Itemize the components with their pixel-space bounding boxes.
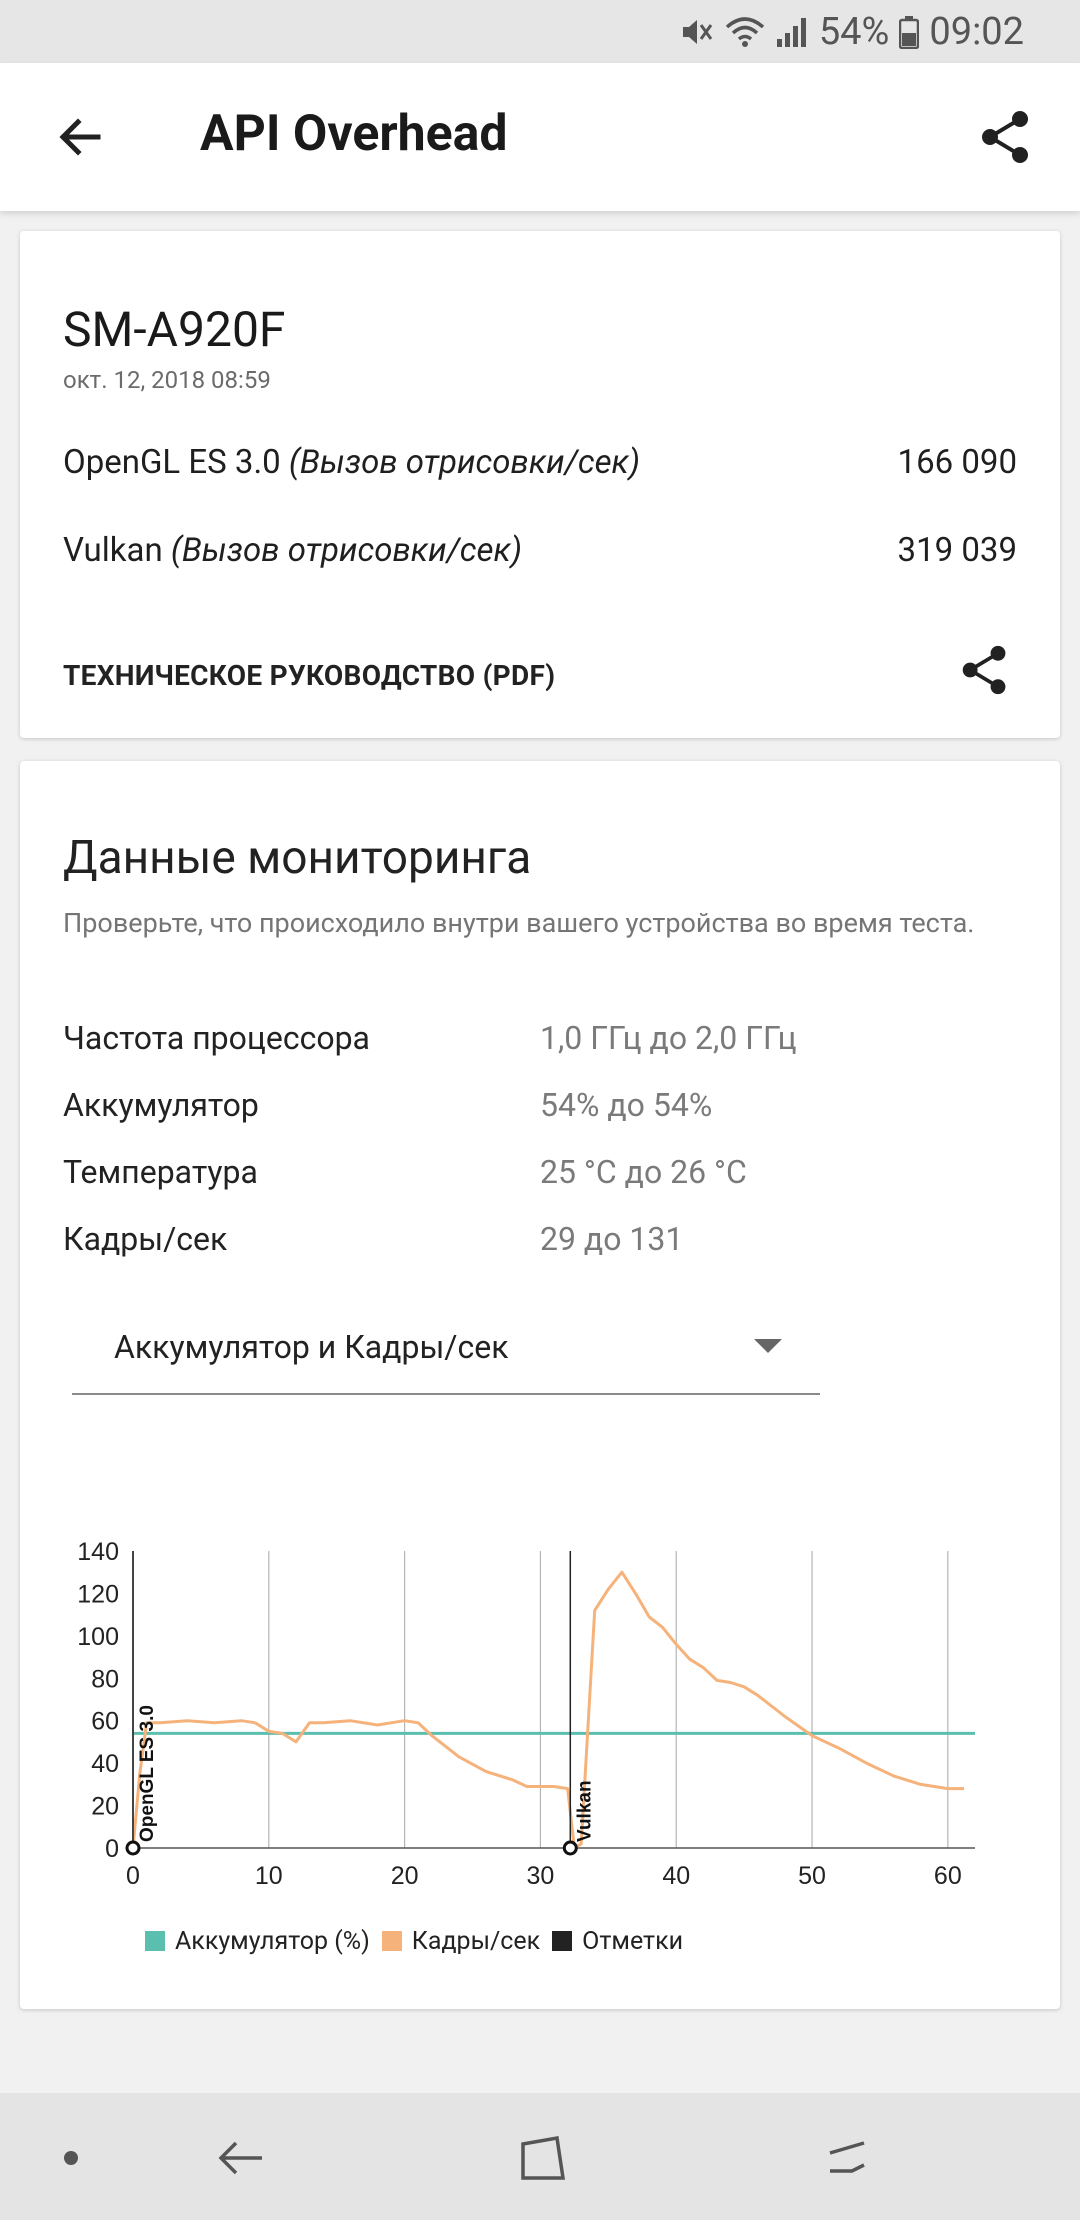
result-card: SM-A920F окт. 12, 2018 08:59 OpenGL ES 3…: [20, 231, 1060, 738]
wifi-icon: [725, 15, 765, 49]
mark-point: [562, 1840, 578, 1856]
chart-selector-dropdown[interactable]: Аккумулятор и Кадры/сек: [72, 1315, 820, 1395]
monitor-row-battery: Аккумулятор 54% до 54%: [63, 1086, 1013, 1130]
legend-swatch-battery: [145, 1931, 165, 1951]
x-tick-label: 60: [934, 1862, 962, 1890]
nav-recents-button[interactable]: [812, 2123, 882, 2193]
mark-point: [125, 1840, 141, 1856]
legend-label: Аккумулятор (%): [175, 1926, 370, 1956]
nav-recents-icon: [829, 2141, 865, 2173]
status-icons: 54% 09:02: [679, 0, 1024, 63]
nav-dot-button[interactable]: [36, 2123, 106, 2193]
clock: 09:02: [929, 9, 1024, 54]
nav-square-icon: [521, 2135, 566, 2180]
legend-item-marks: Отметки: [552, 1927, 683, 1956]
device-name: SM-A920F: [63, 301, 286, 358]
chart-legend: Аккумулятор (%) Кадры/сек Отметки: [145, 1921, 695, 1961]
monitoring-chart: 0 20 40 60 80 100 120 140 0 10 20 30 40 50 60 OpenGL ES…: [20, 1521, 1060, 1941]
share-icon: [982, 111, 1028, 163]
app-bar: API Overhead: [0, 63, 1080, 211]
dot-icon: [64, 2151, 78, 2165]
technical-guide-link[interactable]: ТЕХНИЧЕСКОЕ РУКОВОДСТВО (PDF): [63, 659, 555, 692]
score-row-vulkan: Vulkan (Вызов отрисовки/сек) 319 039: [63, 531, 1017, 575]
mark-label: OpenGL ES 3.0: [137, 1705, 158, 1842]
system-nav-bar: [0, 2093, 1080, 2220]
legend-swatch-fps: [381, 1931, 402, 1951]
battery-percent: 54%: [818, 9, 890, 54]
monitor-range: 1,0 ГГц до 2,0 ГГц: [540, 1019, 797, 1057]
x-tick-label: 40: [662, 1862, 690, 1890]
nav-home-button[interactable]: [508, 2123, 578, 2193]
dropdown-arrow-icon: [754, 1339, 782, 1353]
page-title: API Overhead: [200, 105, 508, 163]
monitor-row-cpu: Частота процессора 1,0 ГГц до 2,0 ГГц: [63, 1019, 1013, 1063]
x-tick-label: 30: [527, 1862, 555, 1890]
monitor-range: 25 °C до 26 °C: [540, 1153, 747, 1191]
share-button[interactable]: [966, 97, 1046, 177]
monitor-row-fps: Кадры/сек 29 до 131: [63, 1220, 1013, 1264]
score-value: 319 039: [897, 531, 1017, 570]
share-icon: [962, 645, 1006, 695]
nav-back-icon: [218, 2141, 262, 2175]
score-value: 166 090: [897, 443, 1017, 482]
y-tick-label: 80: [91, 1665, 119, 1693]
nav-back-button[interactable]: [206, 2123, 276, 2193]
score-label: Vulkan (Вызов отрисовки/сек): [63, 531, 522, 570]
monitor-row-temperature: Температура 25 °C до 26 °C: [63, 1153, 1013, 1197]
test-date: окт. 12, 2018 08:59: [63, 366, 271, 394]
dropdown-selected: Аккумулятор и Кадры/сек: [114, 1328, 509, 1366]
monitor-label: Аккумулятор: [63, 1086, 259, 1124]
monitor-range: 29 до 131: [540, 1220, 684, 1258]
monitor-range: 54% до 54%: [540, 1086, 713, 1124]
guide-share-button[interactable]: [950, 635, 1020, 705]
x-tick-label: 10: [255, 1862, 283, 1890]
y-tick-label: 60: [91, 1708, 119, 1736]
monitoring-description: Проверьте, что происходило внутри вашего…: [63, 907, 975, 939]
legend-label: Кадры/сек: [411, 1926, 541, 1956]
mute-icon: [679, 15, 715, 49]
y-tick-label: 40: [91, 1750, 119, 1778]
signal-icon: [775, 15, 809, 49]
y-tick-label: 0: [105, 1835, 119, 1863]
monitor-label: Кадры/сек: [63, 1220, 228, 1258]
y-tick-label: 20: [91, 1793, 119, 1821]
y-tick-label: 100: [77, 1623, 119, 1651]
monitoring-card: Данные мониторинга Проверьте, что происх…: [20, 761, 1060, 2009]
y-tick-label: 120: [77, 1580, 119, 1608]
monitoring-title: Данные мониторинга: [63, 831, 532, 885]
monitor-label: Температура: [63, 1153, 258, 1191]
chart-svg: 0 20 40 60 80 100 120 140 0 10 20 30 40 50 60 OpenGL ES…: [77, 1538, 975, 1890]
x-tick-label: 20: [391, 1862, 419, 1890]
score-row-opengl: OpenGL ES 3.0 (Вызов отрисовки/сек) 166 …: [63, 443, 1017, 487]
x-tick-label: 50: [798, 1862, 826, 1890]
x-tick-label: 0: [126, 1862, 140, 1890]
arrow-back-icon: [59, 118, 101, 156]
legend-swatch-marks: [552, 1931, 573, 1951]
battery-icon: [899, 15, 920, 49]
status-bar: 54% 09:02: [0, 0, 1080, 63]
score-label: OpenGL ES 3.0 (Вызов отрисовки/сек): [63, 443, 641, 482]
fps-series-line: [131, 1570, 965, 1850]
monitor-label: Частота процессора: [63, 1019, 370, 1057]
legend-label: Отметки: [582, 1926, 684, 1956]
mark-label: Vulkan: [574, 1780, 595, 1842]
legend-item-battery: Аккумулятор (%): [145, 1927, 370, 1956]
legend-item-fps: Кадры/сек: [381, 1926, 541, 1956]
back-button[interactable]: [40, 97, 120, 177]
y-tick-label: 140: [77, 1538, 119, 1566]
